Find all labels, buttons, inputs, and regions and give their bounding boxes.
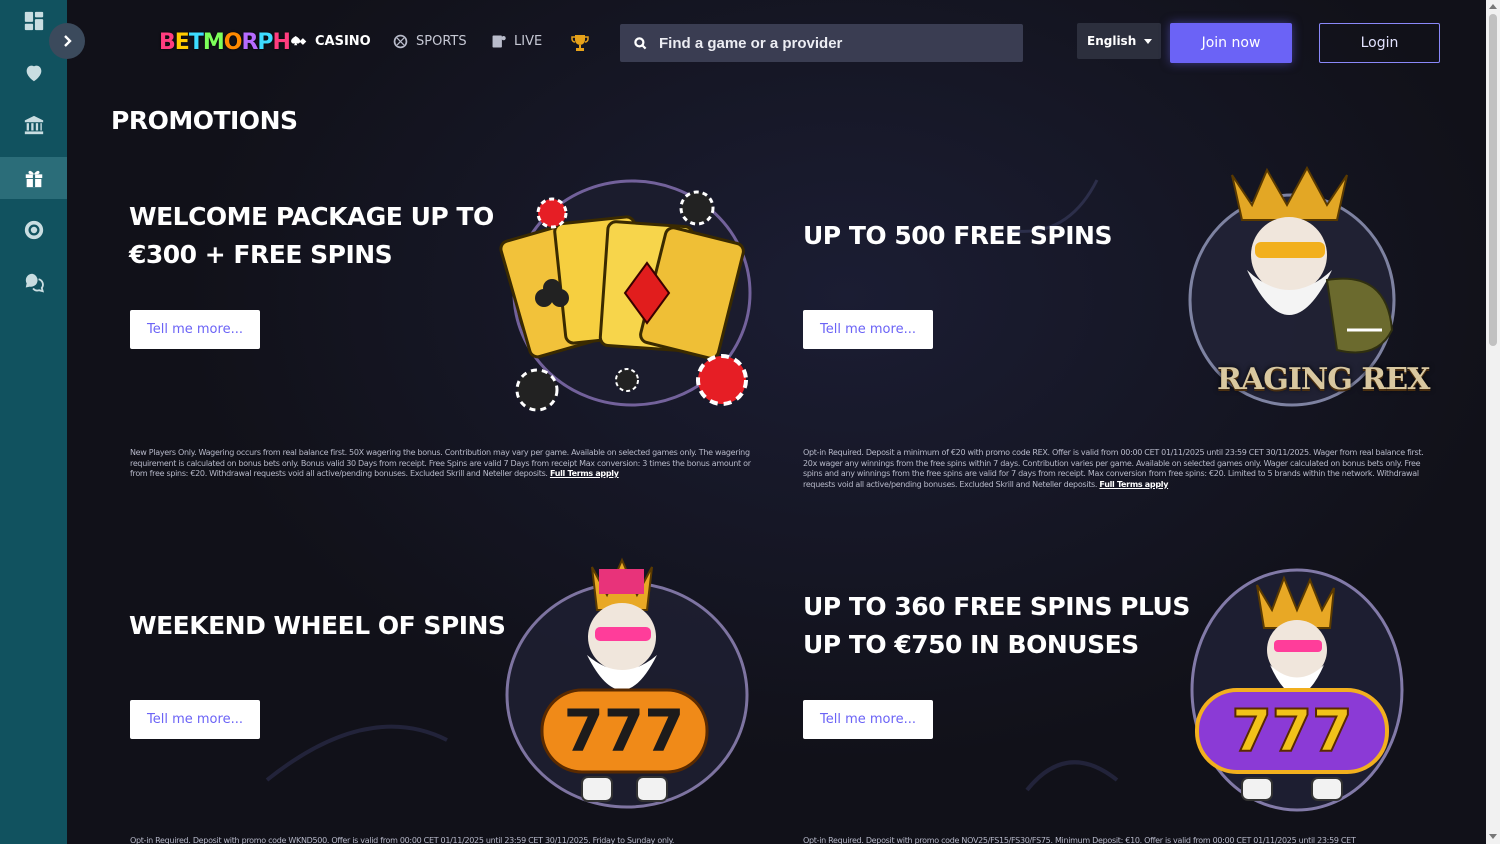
main-content: BETMORPH CASINO SPORTS LIVE English Join… — [67, 0, 1486, 844]
free-spins-tell-me-more-button[interactable]: Tell me more... — [803, 310, 933, 349]
page-title: PROMOTIONS — [111, 106, 298, 135]
login-button[interactable]: Login — [1319, 23, 1440, 63]
promo-title-weekend-wheel: WEEKEND WHEEL OF SPINS — [129, 607, 506, 645]
king-purple-slot-illustration: 777 — [1190, 568, 1404, 812]
full-terms-link[interactable]: Full Terms apply — [550, 469, 619, 478]
full-terms-link[interactable]: Full Terms apply — [1099, 480, 1168, 489]
weekend-tell-me-more-button[interactable]: Tell me more... — [130, 700, 260, 739]
nav-casino[interactable]: CASINO — [291, 33, 371, 50]
sidebar-toggle-button[interactable] — [49, 23, 85, 59]
nav-sports-label: SPORTS — [416, 34, 467, 49]
logo-letter: M — [202, 30, 225, 55]
nav-live[interactable]: LIVE — [490, 33, 542, 50]
king-slot-illustration: 777 — [505, 557, 749, 809]
logo-letter: P — [257, 30, 273, 55]
logo-letter: R — [241, 30, 258, 55]
nav-sports[interactable]: SPORTS — [392, 33, 467, 50]
terms-text: New Players Only. Wagering occurs from r… — [130, 448, 751, 478]
logo-letter: E — [174, 30, 190, 55]
sidebar-item-support[interactable] — [0, 261, 67, 303]
promo-title-welcome: WELCOME PACKAGE UP TO €300 + FREE SPINS — [129, 198, 494, 274]
promo-title-360-spins: UP TO 360 FREE SPINS PLUS UP TO €750 IN … — [803, 588, 1190, 664]
brand-logo[interactable]: BETMORPH — [159, 30, 291, 55]
language-select[interactable]: English — [1077, 23, 1161, 59]
sidebar — [0, 0, 67, 844]
trophy-icon — [571, 35, 589, 51]
nav-casino-label: CASINO — [315, 34, 371, 49]
heart-icon — [26, 65, 41, 82]
live-dealer-icon — [492, 35, 506, 48]
raging-rex-logo: RAGING REX — [1217, 362, 1430, 397]
sidebar-item-cashier[interactable] — [0, 104, 67, 146]
nav-tournaments[interactable] — [570, 33, 590, 53]
playing-cards-illustration — [499, 179, 752, 412]
scroll-up-arrow-icon[interactable] — [1489, 4, 1497, 9]
slot-digits: 777 — [1231, 697, 1352, 765]
gift-icon — [25, 170, 42, 188]
dashboard-icon — [24, 11, 43, 31]
lifebuoy-icon — [24, 220, 43, 240]
nav-live-label: LIVE — [514, 34, 543, 49]
promo-title-line: UP TO €750 IN BONUSES — [803, 630, 1139, 659]
language-selected-label: English — [1087, 34, 1137, 48]
sidebar-item-help[interactable] — [0, 209, 67, 251]
slot-digits: 777 — [563, 697, 684, 765]
logo-letter: T — [188, 30, 204, 55]
promo-title-line: €300 + FREE SPINS — [129, 240, 393, 269]
logo-letter: H — [272, 30, 291, 55]
terms-text: Opt-in Required. Deposit with promo code… — [803, 836, 1356, 844]
bank-icon — [24, 115, 43, 135]
support-chat-icon — [25, 273, 44, 293]
chevron-right-icon — [64, 35, 72, 47]
search-bar[interactable] — [620, 24, 1023, 62]
chevron-down-icon — [1144, 39, 1152, 44]
logo-letter: B — [159, 30, 176, 55]
ball-icon — [393, 34, 408, 49]
spins-bonus-terms: Opt-in Required. Deposit with promo code… — [803, 836, 1425, 844]
sidebar-item-promotions[interactable] — [0, 157, 67, 199]
welcome-tell-me-more-button[interactable]: Tell me more... — [130, 310, 260, 349]
join-now-button[interactable]: Join now — [1170, 23, 1292, 63]
spins-bonus-tell-me-more-button[interactable]: Tell me more... — [803, 700, 933, 739]
sidebar-item-favourites[interactable] — [0, 52, 67, 94]
scrollbar-thumb[interactable] — [1489, 14, 1497, 346]
search-icon — [634, 36, 647, 49]
scroll-down-arrow-icon[interactable] — [1489, 834, 1497, 839]
promo-title-line: WEEKEND WHEEL OF SPINS — [129, 611, 506, 640]
weekend-terms: Opt-in Required. Deposit with promo code… — [130, 836, 752, 844]
promo-title-free-spins: UP TO 500 FREE SPINS — [803, 217, 1112, 255]
promo-title-line: WELCOME PACKAGE UP TO — [129, 202, 494, 231]
cards-icon — [291, 36, 307, 46]
search-input[interactable] — [659, 34, 999, 52]
promo-title-line: UP TO 360 FREE SPINS PLUS — [803, 592, 1190, 621]
terms-text: Opt-in Required. Deposit with promo code… — [130, 836, 675, 844]
free-spins-terms: Opt-in Required. Deposit a minimum of €2… — [803, 448, 1425, 490]
page-scrollbar[interactable] — [1486, 0, 1500, 844]
logo-letter: O — [223, 30, 243, 55]
promo-title-line: UP TO 500 FREE SPINS — [803, 221, 1112, 250]
welcome-terms: New Players Only. Wagering occurs from r… — [130, 448, 752, 480]
